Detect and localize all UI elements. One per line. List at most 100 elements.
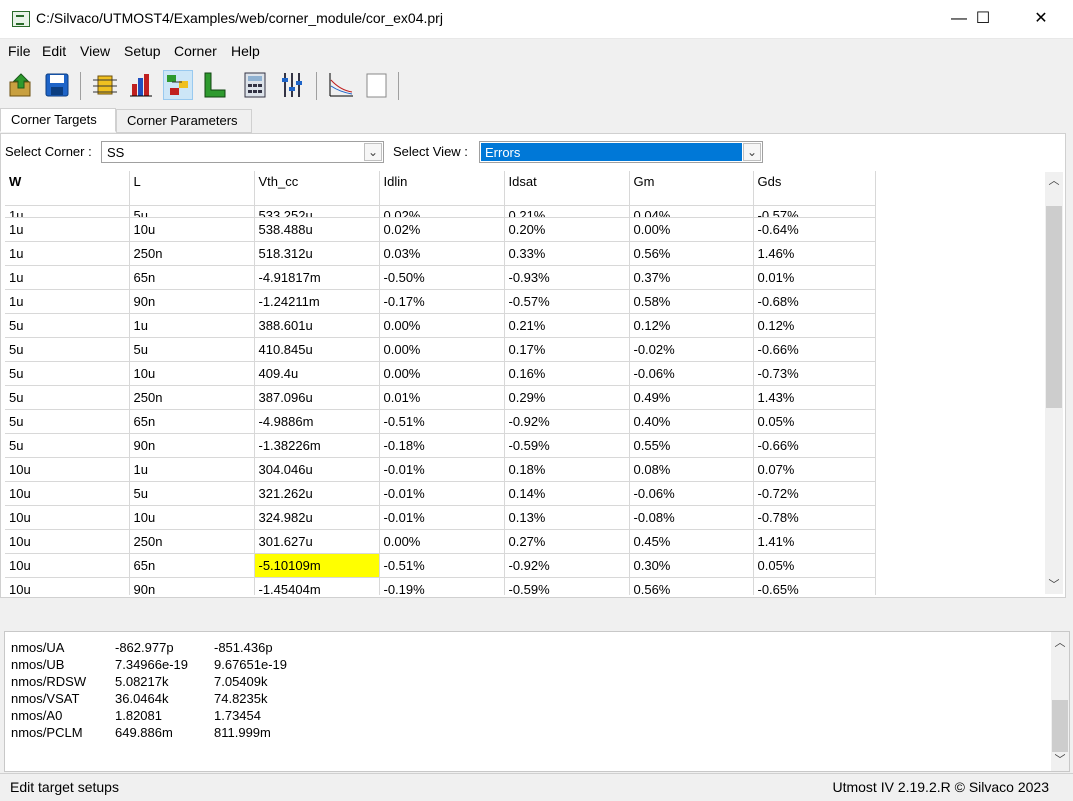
sliders-icon[interactable] [277,70,307,100]
table-cell[interactable]: 5u [5,385,130,410]
table-cell[interactable]: -0.01% [379,481,505,506]
table-cell[interactable]: 0.49% [629,385,754,410]
table-cell[interactable]: -0.66% [753,337,876,362]
table-cell[interactable]: 90n [129,577,255,595]
table-cell[interactable]: 324.982u [254,505,380,530]
table-cell[interactable]: 0.30% [629,553,754,578]
table-cell[interactable]: -0.01% [379,457,505,482]
table-cell[interactable]: 5u [5,337,130,362]
table-cell[interactable]: 0.12% [629,313,754,338]
table-cell[interactable]: -1.38226m [254,433,380,458]
table-cell[interactable]: 0.56% [629,241,754,266]
table-cell[interactable]: 250n [129,529,255,554]
table-cell[interactable]: 304.046u [254,457,380,482]
table-cell[interactable]: 0.00% [379,313,505,338]
table-cell[interactable]: 0.33% [504,241,630,266]
table-cell[interactable]: 0.05% [753,409,876,434]
table-cell[interactable]: -5.10109m [254,553,380,578]
table-cell[interactable]: -0.59% [504,433,630,458]
save-icon[interactable] [42,70,72,100]
table-cell[interactable]: 1u [5,205,130,218]
table-cell[interactable]: 0.18% [504,457,630,482]
scroll-up-icon[interactable]: ︿ [1045,172,1063,190]
table-cell[interactable]: 10u [129,217,255,242]
table-cell[interactable]: -0.06% [629,361,754,386]
table-row[interactable]: 1u 250n 518.312u 0.03% 0.33% 0.56% 1.46% [5,241,876,266]
table-cell[interactable]: 5u [5,409,130,434]
table-row[interactable]: 10u 65n -5.10109m -0.51% -0.92% 0.30% 0.05% [5,553,876,578]
table-cell[interactable]: 0.21% [504,313,630,338]
table-cell[interactable]: 0.00% [379,337,505,362]
table-row[interactable]: 5u 250n 387.096u 0.01% 0.29% 0.49% 1.43% [5,385,876,410]
table-cell[interactable]: 250n [129,385,255,410]
column-header-vth[interactable]: Vth_cc [254,171,380,206]
column-header-idlin[interactable]: Idlin [379,171,505,206]
table-row[interactable]: 10u 1u 304.046u -0.01% 0.18% 0.08% 0.07% [5,457,876,482]
select-view-dropdown[interactable]: Errors ⌄ [479,141,763,163]
table-cell[interactable]: 5u [129,481,255,506]
table-cell[interactable]: -0.18% [379,433,505,458]
table-cell[interactable]: 10u [5,505,130,530]
table-cell[interactable]: 10u [5,481,130,506]
table-cell[interactable]: -1.45404m [254,577,380,595]
close-button[interactable]: ✕ [1018,0,1064,38]
table-cell[interactable]: 0.45% [629,529,754,554]
table-cell[interactable]: -0.72% [753,481,876,506]
table-cell[interactable]: -0.02% [629,337,754,362]
table-cell[interactable]: 5u [5,361,130,386]
l-shape-icon[interactable] [199,70,229,100]
table-cell[interactable]: -0.93% [504,265,630,290]
table-cell[interactable]: 250n [129,241,255,266]
column-header-gds[interactable]: Gds [753,171,876,206]
table-cell[interactable]: 1u [5,241,130,266]
table-cell[interactable]: 1.46% [753,241,876,266]
table-cell[interactable]: 5u [5,433,130,458]
table-cell[interactable]: 0.00% [379,361,505,386]
table-cell[interactable]: -0.08% [629,505,754,530]
tab-corner-parameters[interactable]: Corner Parameters [116,109,252,133]
table-cell[interactable]: 0.07% [753,457,876,482]
table-cell[interactable]: 1u [5,217,130,242]
column-header-w[interactable]: W [5,171,130,206]
table-row[interactable]: 1u 65n -4.91817m -0.50% -0.93% 0.37% 0.01% [5,265,876,290]
table-row[interactable]: 10u 10u 324.982u -0.01% 0.13% -0.08% -0.78% [5,505,876,530]
menu-view[interactable]: View [80,43,110,59]
table-cell[interactable]: 10u [129,361,255,386]
table-row[interactable]: 10u 90n -1.45404m -0.19% -0.59% 0.56% -0.65% [5,577,876,595]
table-cell[interactable]: -0.51% [379,553,505,578]
table-cell[interactable]: 0.12% [753,313,876,338]
table-row[interactable]: 1u 5u 533.252u 0.02% 0.21% 0.04% -0.57% [5,205,876,218]
table-cell[interactable]: 538.488u [254,217,380,242]
open-project-icon[interactable] [6,70,36,100]
table-cell[interactable]: -0.19% [379,577,505,595]
corner-targets-icon[interactable] [163,70,193,100]
table-cell[interactable]: 0.00% [379,529,505,554]
table-cell[interactable]: -0.92% [504,553,630,578]
table-row[interactable]: 5u 90n -1.38226m -0.18% -0.59% 0.55% -0.66% [5,433,876,458]
table-cell[interactable]: 0.04% [629,205,754,218]
table-cell[interactable]: -1.24211m [254,289,380,314]
column-header-l[interactable]: L [129,171,255,206]
table-cell[interactable]: 0.21% [504,205,630,218]
table-cell[interactable]: 410.845u [254,337,380,362]
table-cell[interactable]: -0.78% [753,505,876,530]
table-cell[interactable]: 1.43% [753,385,876,410]
table-cell[interactable]: 0.05% [753,553,876,578]
table-cell[interactable]: 387.096u [254,385,380,410]
plot-icon[interactable] [325,70,355,100]
table-cell[interactable]: 1u [129,457,255,482]
table-cell[interactable]: 1u [5,289,130,314]
table-cell[interactable]: 5u [129,205,255,218]
table-cell[interactable]: -0.17% [379,289,505,314]
table-cell[interactable]: 90n [129,433,255,458]
table-cell[interactable]: 0.03% [379,241,505,266]
table-cell[interactable]: 10u [129,505,255,530]
tab-corner-targets[interactable]: Corner Targets [0,108,116,132]
table-cell[interactable]: 0.02% [379,205,505,218]
grid-scrollbar[interactable]: ︿ ﹀ [1045,172,1063,594]
table-cell[interactable]: 388.601u [254,313,380,338]
bar-chart-icon[interactable] [126,70,156,100]
table-cell[interactable]: 0.20% [504,217,630,242]
table-cell[interactable]: 0.02% [379,217,505,242]
table-cell[interactable]: 1u [129,313,255,338]
